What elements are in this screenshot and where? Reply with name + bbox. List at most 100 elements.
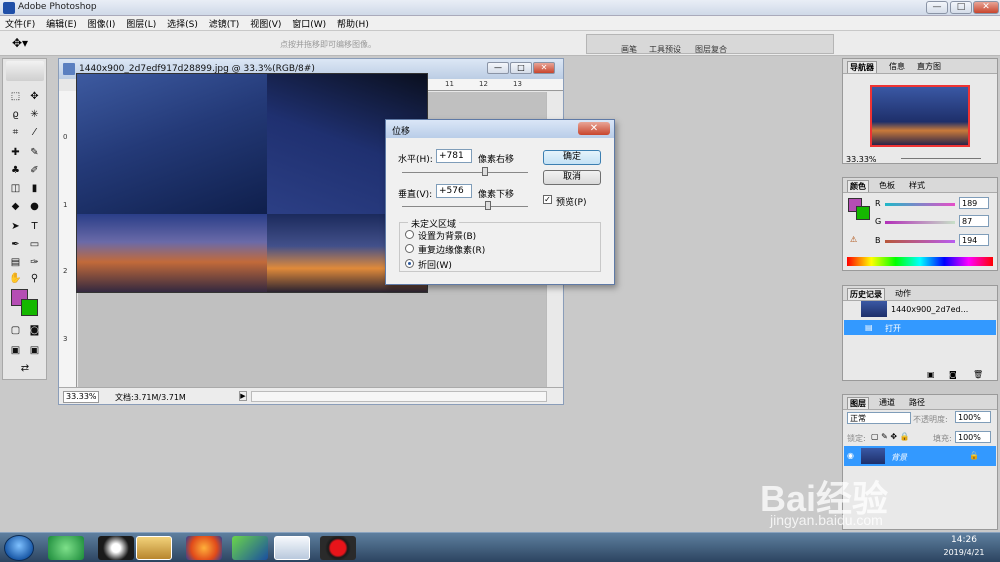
crop-tool-icon[interactable]: ⌗	[7, 125, 24, 141]
background-color-swatch[interactable]	[21, 299, 38, 316]
eraser-tool-icon[interactable]: ◫	[7, 181, 24, 197]
history-item-label[interactable]: 打开	[885, 323, 901, 334]
blur-tool-icon[interactable]: ◆	[7, 199, 24, 215]
option-wrap-around[interactable]: 折回(W)	[418, 258, 452, 271]
screen-mode-icon[interactable]: ▣	[7, 343, 24, 359]
tab-history[interactable]: 历史记录	[847, 288, 885, 300]
record-icon[interactable]	[320, 536, 356, 560]
layer-name[interactable]: 背景	[891, 452, 907, 463]
horizontal-input[interactable]: +781	[436, 149, 472, 163]
360-icon[interactable]	[48, 536, 84, 560]
explorer-icon[interactable]	[136, 536, 172, 560]
move-tool-icon[interactable]: ✥▾	[12, 36, 34, 50]
start-button[interactable]	[4, 535, 34, 561]
photoshop-icon[interactable]	[274, 536, 310, 560]
marquee-tool-icon[interactable]: ⬚	[7, 89, 24, 105]
vertical-slider-track[interactable]	[402, 206, 528, 207]
history-brush-icon[interactable]: ✐	[26, 163, 43, 179]
vertical-slider-thumb[interactable]	[485, 201, 491, 210]
tab-color[interactable]: 颜色	[847, 180, 869, 192]
eyedropper-icon[interactable]: ✑	[26, 255, 43, 271]
lasso-tool-icon[interactable]: ϱ	[7, 107, 24, 123]
clock-time[interactable]: 14:26	[944, 535, 984, 545]
tab-navigator[interactable]: 导航器	[847, 61, 877, 73]
qq-icon[interactable]	[98, 536, 134, 560]
minimize-button[interactable]: —	[926, 1, 948, 14]
option-set-to-background[interactable]: 设置为背景(B)	[418, 229, 476, 242]
doc-maximize-button[interactable]: □	[510, 62, 532, 74]
radio-set-to-background[interactable]	[405, 230, 414, 239]
vertical-input[interactable]: +576	[436, 184, 472, 198]
doc-minimize-button[interactable]: —	[487, 62, 509, 74]
document-image[interactable]	[76, 73, 428, 293]
clock-date[interactable]: 2019/4/21	[936, 548, 992, 557]
tab-styles[interactable]: 样式	[907, 180, 927, 191]
menu-edit[interactable]: 编辑(E)	[43, 16, 80, 31]
tab-paths[interactable]: 路径	[907, 397, 927, 408]
dodge-tool-icon[interactable]: ●	[26, 199, 43, 215]
history-delete-icon[interactable]: 🗑	[973, 370, 983, 379]
hand-tool-icon[interactable]: ✋	[7, 271, 24, 287]
healing-brush-icon[interactable]: ✚	[7, 145, 24, 161]
palette-tab-brushes[interactable]: 画笔	[621, 44, 637, 55]
menu-view[interactable]: 视图(V)	[247, 16, 284, 31]
clone-stamp-icon[interactable]: ♣	[7, 163, 24, 179]
dialog-close-button[interactable]: ✕	[578, 122, 610, 135]
palette-tab-tool-presets[interactable]: 工具预设	[649, 44, 681, 55]
horizontal-scrollbar[interactable]	[251, 391, 547, 402]
radio-repeat-edge-pixels[interactable]	[405, 244, 414, 253]
color-spectrum-bar[interactable]	[847, 257, 993, 266]
notes-tool-icon[interactable]: ▤	[7, 255, 24, 271]
maximize-button[interactable]: □	[950, 1, 972, 14]
option-repeat-edge-pixels[interactable]: 重复边缘像素(R)	[418, 243, 485, 256]
tab-histogram[interactable]: 直方图	[915, 61, 943, 72]
navigator-thumbnail[interactable]	[870, 85, 970, 147]
lock-icons[interactable]: ▢ ✎ ✥ 🔒	[871, 432, 910, 441]
brush-tool-icon[interactable]: ✎	[26, 145, 43, 161]
jump-to-imageready-icon[interactable]: ⇄	[7, 361, 43, 377]
firefox-icon[interactable]	[186, 536, 222, 560]
tab-info[interactable]: 信息	[887, 61, 907, 72]
layer-visibility-eye-icon[interactable]: ◉	[847, 451, 854, 460]
history-snapshot-icon[interactable]: ◙	[949, 370, 957, 379]
menu-window[interactable]: 窗口(W)	[289, 16, 329, 31]
screen-mode-full-icon[interactable]: ▣	[26, 343, 43, 359]
zoom-tool-icon[interactable]: ⚲	[26, 271, 43, 287]
opacity-input[interactable]: 100%	[955, 411, 991, 423]
history-new-doc-icon[interactable]: ▣	[927, 370, 935, 379]
fill-input[interactable]: 100%	[955, 431, 991, 443]
quick-mask-off-icon[interactable]: ▢	[7, 323, 24, 339]
menu-image[interactable]: 图像(I)	[85, 16, 119, 31]
tab-swatches[interactable]: 色板	[877, 180, 897, 191]
menu-select[interactable]: 选择(S)	[164, 16, 201, 31]
channel-b-slider[interactable]	[885, 240, 955, 243]
menu-help[interactable]: 帮助(H)	[334, 16, 372, 31]
color-background-swatch[interactable]	[856, 206, 870, 220]
move-tool-icon[interactable]: ✥	[26, 89, 43, 105]
channel-r-value[interactable]: 189	[959, 197, 989, 209]
zoom-field[interactable]: 33.33%	[63, 391, 99, 403]
pen-tool-icon[interactable]: ✒	[7, 237, 24, 253]
quick-mask-on-icon[interactable]: ◙	[26, 323, 43, 339]
history-snapshot-label[interactable]: 1440x900_2d7ed...	[891, 305, 968, 314]
type-tool-icon[interactable]: T	[26, 219, 43, 235]
channel-g-slider[interactable]	[885, 221, 955, 224]
channel-r-slider[interactable]	[885, 203, 955, 206]
tab-channels[interactable]: 通道	[877, 397, 897, 408]
shape-tool-icon[interactable]: ▭	[26, 237, 43, 253]
doc-close-button[interactable]: ✕	[533, 62, 555, 74]
ok-button[interactable]: 确定	[543, 150, 601, 165]
path-selection-icon[interactable]: ➤	[7, 219, 24, 235]
gradient-tool-icon[interactable]: ▮	[26, 181, 43, 197]
palette-tab-layer-comps[interactable]: 图层复合	[695, 44, 727, 55]
horizontal-slider-track[interactable]	[402, 172, 528, 173]
slice-tool-icon[interactable]: ⁄	[26, 125, 43, 141]
tab-layers[interactable]: 图层	[847, 397, 869, 409]
status-menu-arrow-icon[interactable]: ▶	[239, 391, 247, 401]
channel-b-value[interactable]: 194	[959, 234, 989, 246]
menu-layer[interactable]: 图层(L)	[123, 16, 159, 31]
horizontal-slider-thumb[interactable]	[482, 167, 488, 176]
blend-mode-select[interactable]: 正常	[847, 412, 911, 424]
radio-wrap-around[interactable]	[405, 259, 414, 268]
tab-actions[interactable]: 动作	[893, 288, 913, 299]
